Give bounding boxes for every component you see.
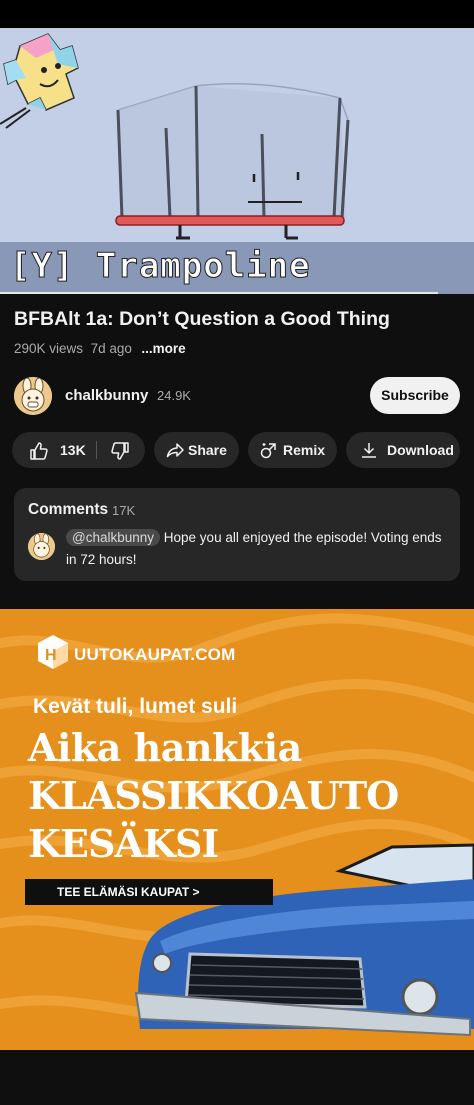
thumbs-up-icon[interactable] [29,441,49,461]
ad-headline-1: Aika hankkia [28,725,302,770]
upload-age: 7d ago [90,341,132,356]
ad-headline-2: KLASSIKKOAUTO [28,773,399,818]
comments-label: Comments [28,501,109,518]
ad-subheadline: Kevät tuli, lumet suli [33,695,238,718]
like-count[interactable]: 13K [60,442,86,458]
ad-logo-text: UUTOKAUPAT.COM [74,645,236,664]
remix-button[interactable]: Remix [248,432,337,468]
huutokaupat-logo-icon: H [38,635,68,669]
share-label: Share [188,442,227,458]
ad-headline-3: KESÄKSI [28,821,219,866]
svg-text:H: H [45,647,57,664]
remix-icon [260,443,276,459]
subscriber-count: 24.9K [157,388,191,403]
video-player[interactable]: [Y] Trampoline [0,28,474,294]
download-icon [362,443,376,458]
pinned-comment: @chalkbunny Hope you all enjoyed the epi… [66,527,446,571]
video-meta[interactable]: 290K views 7d ago ...more [14,341,186,356]
subscribe-button[interactable]: Subscribe [370,377,460,414]
channel-row: chalkbunny 24.9K Subscribe [14,377,460,415]
download-label: Download [387,442,454,458]
bottom-spacer [0,1050,474,1105]
download-button[interactable]: Download [346,432,460,468]
channel-avatar[interactable] [14,377,52,415]
video-caption-bar: [Y] Trampoline [0,242,474,294]
remix-label: Remix [283,442,326,458]
share-icon [166,443,184,458]
video-caption-text: [Y] Trampoline [10,246,311,287]
status-bar [0,0,474,28]
video-progress-bar[interactable] [0,292,438,294]
thumbs-down-icon[interactable] [110,441,130,461]
view-count: 290K views [14,341,84,356]
share-button[interactable]: Share [154,432,239,468]
comment-mention[interactable]: @chalkbunny [66,529,161,546]
trampoline-character-art [115,82,350,240]
bunny-avatar-icon [14,377,52,415]
comments-count: 17K [112,503,136,518]
ad-banner[interactable]: H UUTOKAUPAT.COM Kevät tuli, lumet suli … [0,609,474,1050]
bunny-avatar-icon [28,533,55,560]
comments-panel[interactable]: Comments 17K @chalkbunny Hope you all en… [14,488,460,581]
channel-name[interactable]: chalkbunny [65,387,148,404]
more-link[interactable]: ...more [141,341,185,356]
like-dislike-chip: 13K [12,432,145,468]
video-title[interactable]: BFBAlt 1a: Don’t Question a Good Thing [14,308,464,331]
like-divider [96,441,97,459]
commenter-avatar [28,533,55,560]
ad-cta-button[interactable]: TEE ELÄMÄSI KAUPAT > [25,879,273,905]
